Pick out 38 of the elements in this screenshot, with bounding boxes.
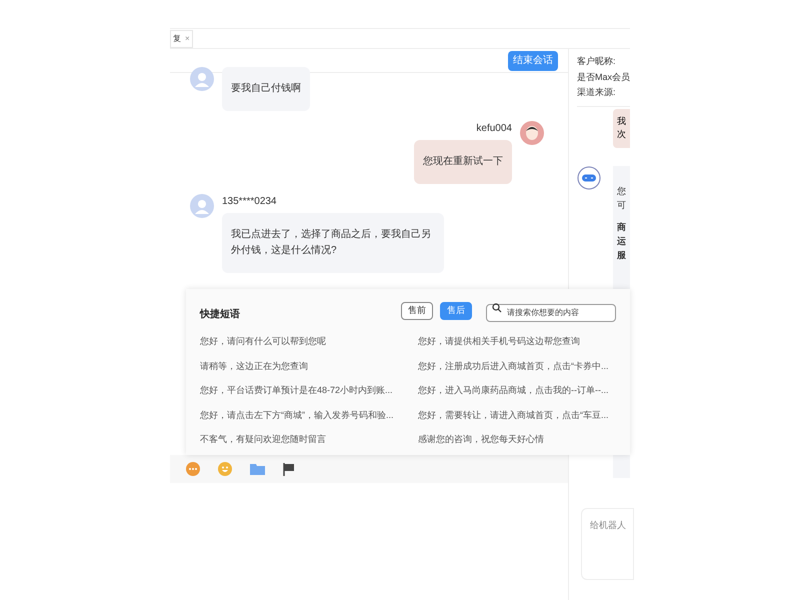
flag-icon[interactable] <box>283 462 295 476</box>
phrase-item[interactable]: 您好，请提供相关手机号码这边帮您查询 <box>418 329 616 354</box>
phrase-item[interactable]: 您好，请问有什么可以帮到您呢 <box>200 329 398 354</box>
phrase-item[interactable]: 您好，请点击左下方“商城”，输入发券号码和验... <box>200 402 398 427</box>
phrase-item[interactable]: 感谢您的咨询，祝您每天好心情 <box>418 427 616 452</box>
phrase-item[interactable]: 您好，平台话费订单预计是在48-72小时内到账... <box>200 378 398 402</box>
tab[interactable]: 复 × <box>170 30 193 48</box>
avatar-icon <box>190 194 214 218</box>
folder-icon[interactable] <box>250 463 265 475</box>
avatar-icon <box>520 121 544 145</box>
panel-title: 快捷短语 <box>200 308 240 322</box>
message-text: 运 <box>616 234 627 248</box>
phrase-item[interactable]: 您好，注册成功后进入商城首页，点击“卡券中... <box>418 354 616 378</box>
emoji-icon[interactable] <box>218 462 232 476</box>
robot-input-field[interactable]: 给机器人 <box>580 508 634 580</box>
info-label: 客户昵称: <box>576 55 616 68</box>
phrase-item[interactable]: 请稍等，这边正在为您查询 <box>200 354 398 378</box>
phrase-item[interactable]: 您好，需要转让，请进入商城首页，点击“车豆... <box>418 402 616 427</box>
message-text: 商 <box>616 220 627 234</box>
search-field[interactable]: 请搜索你想要的内容 <box>486 304 616 322</box>
message-bubble: 要我自己付钱啊 <box>222 67 310 111</box>
more-icon[interactable] <box>186 462 200 476</box>
phrase-item[interactable]: 不客气，有疑问欢迎您随时留言 <box>200 427 398 452</box>
message-bubble: 我已点进去了，选择了商品之后，要我自己另外付钱，这是什么情况? <box>222 213 444 273</box>
sender-name: 135****0234 <box>222 195 276 209</box>
sender-name: kefu004 <box>476 122 512 136</box>
message-bubble: 我 次 <box>613 108 630 148</box>
message-text: 您 <box>616 184 627 198</box>
message-text: 服 <box>616 248 627 262</box>
filter-tab[interactable]: 售前 <box>401 302 433 320</box>
info-label: 渠道来源: <box>576 86 616 99</box>
robot-icon <box>576 166 601 190</box>
info-label: 是否Max会员 <box>576 70 630 84</box>
message-bubble: 您现在重新试一下 <box>414 140 512 184</box>
message-text: 可 <box>616 198 627 212</box>
phrase-item[interactable]: 您好，进入马尚康药品商城，点击我的--订单--... <box>418 378 616 402</box>
search-icon <box>492 303 502 313</box>
avatar-icon <box>190 67 214 91</box>
